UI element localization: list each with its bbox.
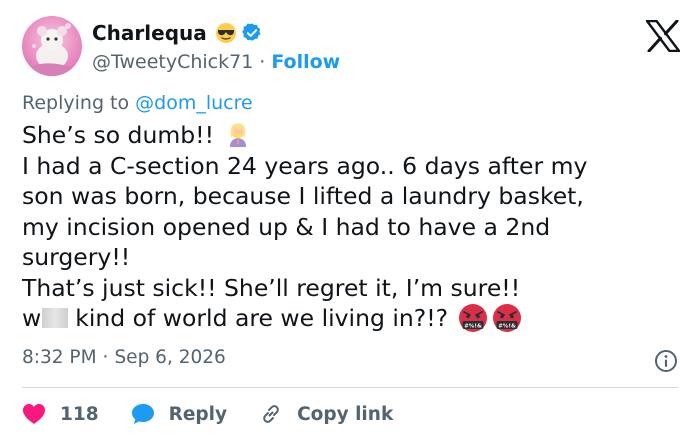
display-name[interactable]: Charlequa <box>92 21 207 45</box>
x-logo-icon[interactable] <box>646 20 680 52</box>
facepalm-emoji-icon <box>230 123 247 148</box>
cursing-face-emoji-icon: #%!& <box>493 304 522 333</box>
like-count: 118 <box>60 403 99 425</box>
reply-prefix: Replying to <box>22 92 130 114</box>
reply-button[interactable]: Reply <box>131 403 227 425</box>
cursing-face-emoji-icon: #%!& <box>459 304 488 333</box>
reply-context: Replying to @dom_lucre <box>22 92 253 114</box>
avatar[interactable] <box>22 16 82 76</box>
cursing-symbols: #%!& <box>464 324 482 330</box>
tweet-line-7-start: w <box>22 304 42 332</box>
tweet-line-3: son was born, because I lifted a laundry… <box>22 182 584 210</box>
follow-button[interactable]: Follow <box>271 51 340 73</box>
copy-link-button[interactable]: Copy link <box>259 402 393 426</box>
sunglasses-emoji-icon <box>215 23 236 43</box>
tweet-line-1: She’s so dumb!! <box>22 121 215 149</box>
like-button[interactable]: 118 <box>22 403 99 425</box>
tweet-line-5: surgery!! <box>22 243 131 271</box>
divider <box>22 387 678 388</box>
heart-icon <box>23 404 45 424</box>
tweet-header: Charlequa @TweetyChick71 · Follow <box>22 16 680 76</box>
action-bar: 118 Reply Copy link <box>22 400 425 428</box>
handle-separator: · <box>259 51 266 73</box>
tweet-line-6: That’s just sick!! She’ll regret it, I’m… <box>22 273 521 302</box>
reply-mention-link[interactable]: @dom_lucre <box>135 92 253 114</box>
copy-link-label: Copy link <box>297 403 394 425</box>
author-info: Charlequa @TweetyChick71 · Follow <box>92 18 340 76</box>
timestamp-separator: · <box>102 347 109 368</box>
author-handle[interactable]: @TweetyChick71 <box>92 51 253 73</box>
tweet-time[interactable]: 8:32 PM <box>22 347 97 368</box>
info-icon[interactable] <box>654 349 678 373</box>
redacted-text <box>42 308 69 329</box>
tweet-date[interactable]: Sep 6, 2026 <box>114 347 225 368</box>
tweet-line-2: I had a C-section 24 years ago.. 6 days … <box>22 151 588 180</box>
reply-bubble-icon <box>131 404 154 424</box>
tweet-timestamp[interactable]: 8:32 PM · Sep 6, 2026 <box>22 347 226 368</box>
reply-label: Reply <box>168 403 228 425</box>
tweet-line-7-rest: kind of world are we living in?!? <box>75 304 449 332</box>
tweet-line-4: my incision opened up & I had to have a … <box>22 212 551 241</box>
tweet-text: She’s so dumb!! I had a C-section 24 yea… <box>22 120 662 334</box>
link-icon <box>263 405 279 423</box>
cursing-symbols: #%!& <box>498 324 516 330</box>
verified-badge-icon <box>241 23 261 41</box>
